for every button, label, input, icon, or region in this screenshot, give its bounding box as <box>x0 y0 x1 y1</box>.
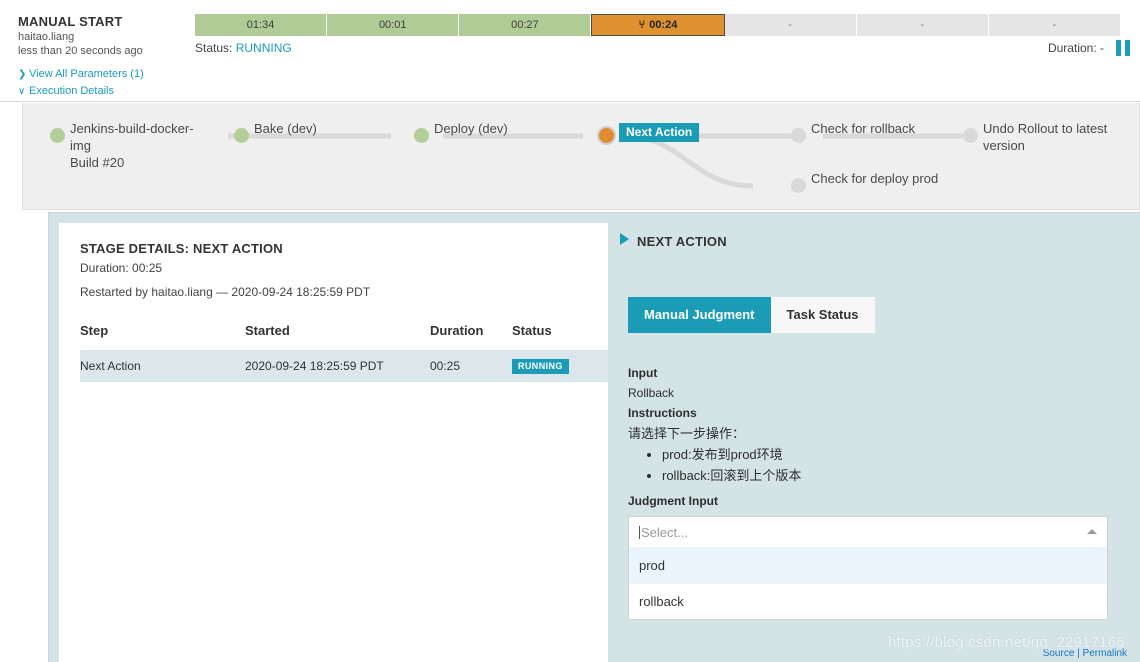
input-label: Input <box>628 366 658 380</box>
tab-task-status[interactable]: Task Status <box>770 297 875 333</box>
timeline-segment-label: 00:01 <box>378 19 407 31</box>
timeline-segment-label: 00:27 <box>511 19 539 31</box>
source-permalink-link[interactable]: Source | Permalink <box>1043 648 1127 659</box>
execution-trigger-title: MANUAL START <box>18 14 123 29</box>
pipeline-node-6[interactable] <box>791 178 806 193</box>
pipeline-node-5[interactable] <box>963 128 978 143</box>
chevron-right-icon: ❯ <box>18 69 27 80</box>
pipeline-label-6[interactable]: Check for deploy prod <box>811 170 981 187</box>
judgment-content: Input Rollback Instructions 请选择下一步操作： pr… <box>628 363 1108 486</box>
triangle-right-icon <box>620 233 629 245</box>
cell-step: Next Action <box>80 359 141 373</box>
timeline-segment-2[interactable]: 00:27 <box>459 14 592 36</box>
next-action-heading-text: NEXT ACTION <box>637 234 727 249</box>
execution-duration: Duration: - <box>1047 41 1104 55</box>
select-option-prod[interactable]: prod <box>629 547 1107 583</box>
execution-header: MANUAL START haitao.liang less than 20 s… <box>0 0 1140 102</box>
column-header-status: Status <box>512 323 552 338</box>
text-caret <box>639 525 640 539</box>
table-header-row: Step Started Duration Status <box>80 315 608 350</box>
timeline-segment-label: - <box>920 19 925 31</box>
pause-icon[interactable] <box>1116 40 1132 56</box>
timeline-segment-1[interactable]: 00:01 <box>327 14 460 36</box>
timeline-segment-label: 00:24 <box>649 19 678 31</box>
spinnaker-execution-page: MANUAL START haitao.liang less than 20 s… <box>0 0 1140 662</box>
status-badge: RUNNING <box>512 359 569 374</box>
pipeline-node-1[interactable] <box>234 128 249 143</box>
stage-details-restarted-by: Restarted by haitao.liang — 2020-09-24 1… <box>80 285 371 299</box>
select-option-rollback[interactable]: rollback <box>629 583 1107 619</box>
instructions-list: prod:发布到prod环境 rollback:回滚到上个版本 <box>628 444 1108 486</box>
timeline-segment-4[interactable]: - <box>724 14 857 36</box>
column-header-step: Step <box>80 323 109 338</box>
select-placeholder: Select... <box>641 524 688 540</box>
execution-details-toggle[interactable]: ∨ Execution Details <box>18 84 188 99</box>
timeline-segment-0[interactable]: 01:34 <box>195 14 328 36</box>
status-value: RUNNING <box>235 41 292 55</box>
column-header-started: Started <box>245 323 290 338</box>
chevron-up-icon[interactable] <box>1087 529 1097 534</box>
timeline-segment-3[interactable]: ⑂ 00:24 <box>591 14 725 36</box>
next-action-heading[interactable]: NEXT ACTION <box>620 233 727 249</box>
cell-status: RUNNING <box>512 358 608 374</box>
timeline-segment-label: - <box>1052 19 1057 31</box>
pipeline-label-1[interactable]: Bake (dev) <box>254 120 384 137</box>
execution-status: Status: RUNNING <box>195 41 292 55</box>
execution-timeline: 01:34 00:01 00:27 ⑂ 00:24 - - - <box>195 14 1120 36</box>
person-icon: ⑂ <box>638 18 646 31</box>
pipeline-label-0-text: Jenkins-build-docker-img <box>70 121 194 153</box>
pipeline-node-2[interactable] <box>414 128 429 143</box>
instructions-label: Instructions <box>628 406 697 420</box>
pipeline-node-4[interactable] <box>791 128 806 143</box>
pipeline-node-0[interactable] <box>50 128 65 143</box>
column-header-duration: Duration <box>430 323 484 338</box>
table-row[interactable]: Next Action 2020-09-24 18:25:59 PDT 00:2… <box>80 350 608 382</box>
execution-summary: MANUAL START haitao.liang less than 20 s… <box>18 14 188 99</box>
stage-details-duration: Duration: 00:25 <box>80 261 163 275</box>
status-label: Status: <box>195 41 233 55</box>
timeline-segment-label: 01:34 <box>246 19 275 31</box>
timeline-segment-5[interactable]: - <box>856 14 989 36</box>
judgment-input-select[interactable]: Select... prod rollback <box>628 516 1108 620</box>
list-item: prod:发布到prod环境 <box>662 444 1108 465</box>
timeline-segment-6[interactable]: - <box>988 14 1120 36</box>
stage-details-title: STAGE DETAILS: NEXT ACTION <box>80 241 283 256</box>
stage-details-container: STAGE DETAILS: NEXT ACTION Duration: 00:… <box>48 212 1140 662</box>
timeline-segment-label: - <box>788 19 792 31</box>
pipeline-graph: Jenkins-build-docker-img Build #20 Bake … <box>22 103 1140 210</box>
execution-user: haitao.liang <box>18 31 75 43</box>
stage-details-panel: STAGE DETAILS: NEXT ACTION Duration: 00:… <box>59 223 608 662</box>
pipeline-label-4[interactable]: Check for rollback <box>811 120 961 137</box>
stage-steps-table: Step Started Duration Status Next Action… <box>80 315 608 382</box>
view-all-parameters-label: View All Parameters (1) <box>29 68 144 80</box>
cell-started: 2020-09-24 18:25:59 PDT <box>245 359 384 373</box>
tab-manual-judgment[interactable]: Manual Judgment <box>628 297 771 333</box>
chevron-down-icon: ∨ <box>18 86 26 97</box>
view-all-parameters-toggle[interactable]: ❯ View All Parameters (1) <box>18 67 188 82</box>
list-item: rollback:回滚到上个版本 <box>662 465 1108 486</box>
judgment-input-label: Judgment Input <box>628 494 718 508</box>
input-value: Rollback <box>628 386 675 400</box>
select-input[interactable]: Select... <box>629 517 1107 547</box>
cell-duration: 00:25 <box>430 359 461 373</box>
next-action-panel: NEXT ACTION Manual Judgment Task Status … <box>608 213 1140 662</box>
pipeline-label-0[interactable]: Jenkins-build-docker-img Build #20 <box>70 120 210 171</box>
pipeline-sub-0: Build #20 <box>70 155 125 170</box>
pipeline-node-3[interactable] <box>599 128 614 143</box>
execution-relative-time: less than 20 seconds ago <box>18 45 143 57</box>
execution-details-label: Execution Details <box>29 85 114 97</box>
instructions-text: 请选择下一步操作： <box>628 426 746 441</box>
next-action-tabs: Manual Judgment Task Status <box>628 297 875 333</box>
pipeline-label-2[interactable]: Deploy (dev) <box>434 120 574 137</box>
pipeline-badge-next-action[interactable]: Next Action <box>619 123 700 142</box>
pipeline-label-5[interactable]: Undo Rollout to latest version <box>983 120 1128 154</box>
